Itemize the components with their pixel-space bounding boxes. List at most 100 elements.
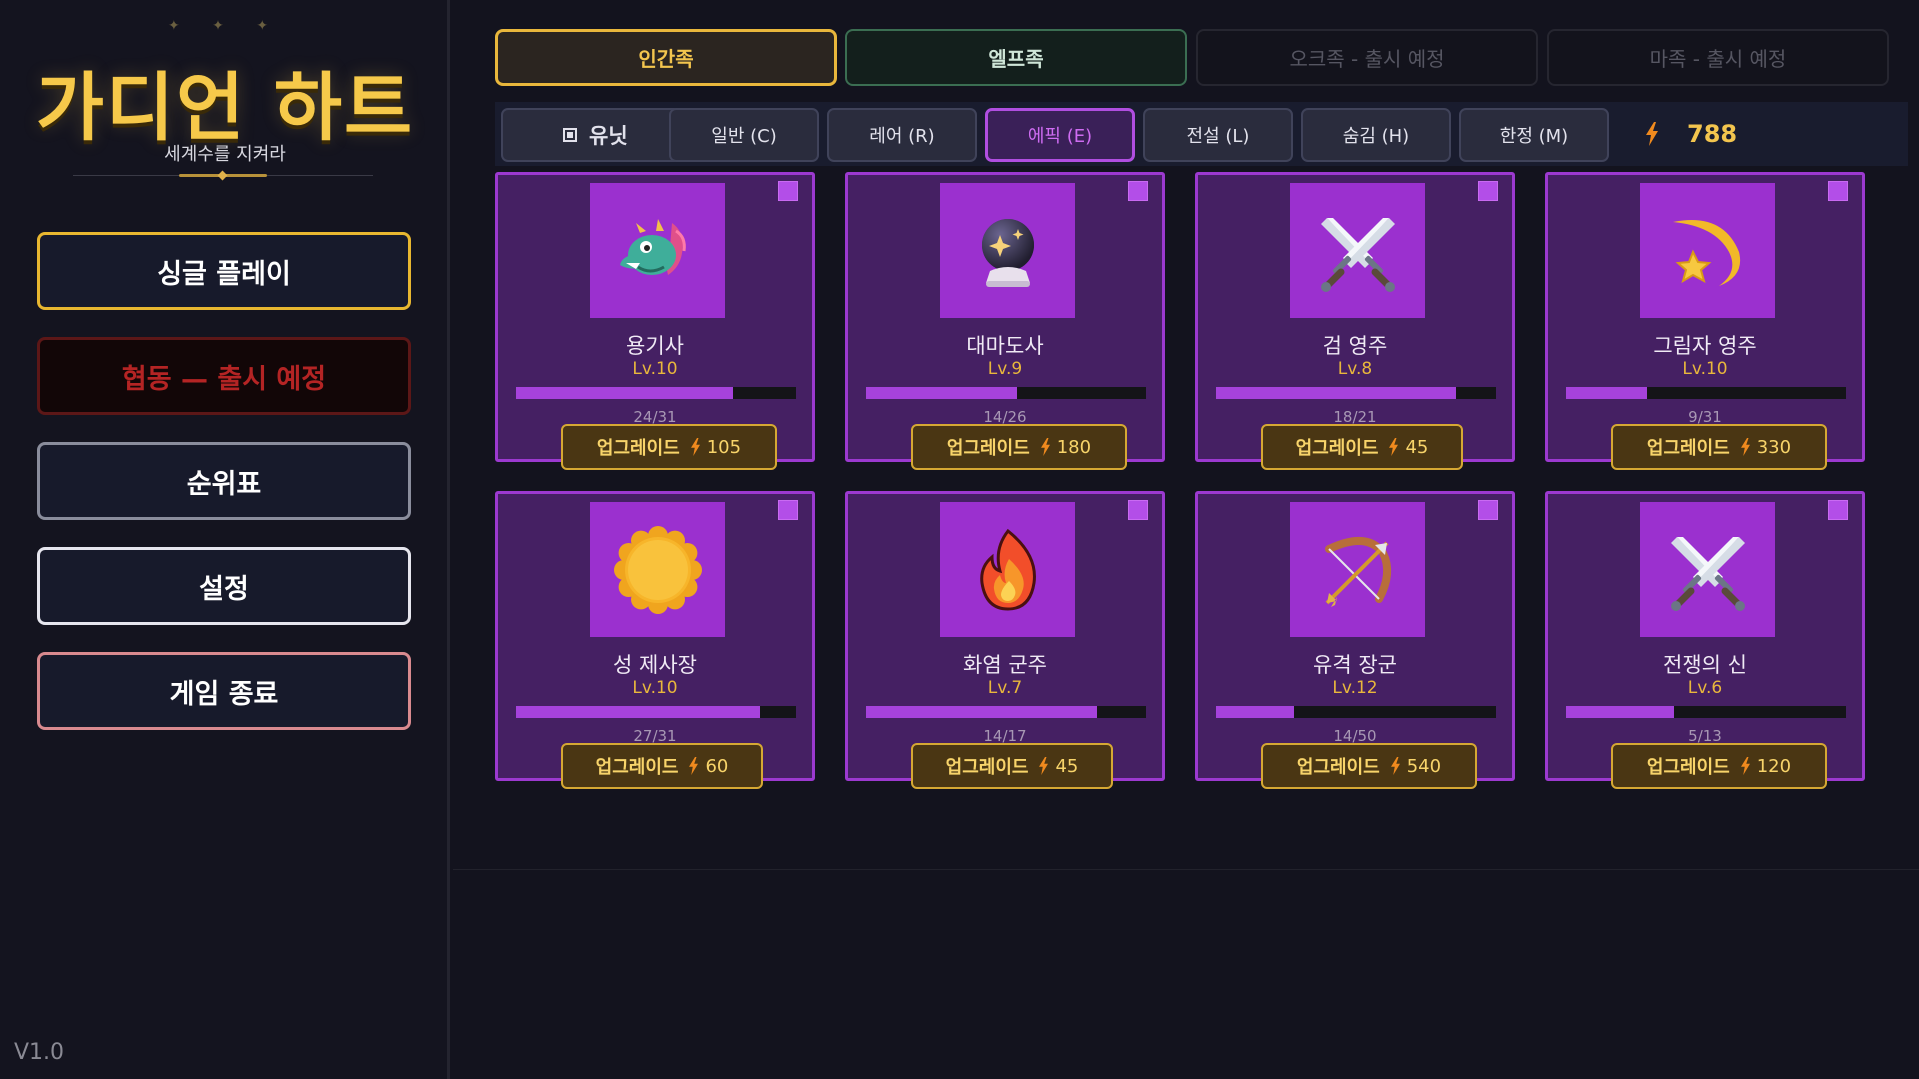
unit-progress-bar — [1566, 387, 1846, 399]
upgrade-button[interactable]: 업그레이드 45 — [1261, 424, 1463, 470]
crossed-swords-icon — [1670, 536, 1745, 611]
unit-progress-bar — [1216, 387, 1496, 399]
upgrade-label: 업그레이드 — [946, 438, 1030, 459]
upgrade-label: 업그레이드 — [1295, 438, 1379, 459]
upgrade-cost: 45 — [1055, 755, 1079, 777]
unit-progress-fill — [1566, 706, 1674, 718]
upgrade-label: 업그레이드 — [595, 757, 679, 778]
lightning-icon — [1740, 757, 1750, 775]
unit-portrait — [590, 183, 725, 318]
unit-name: 그림자 영주 — [1653, 334, 1757, 358]
upgrade-cost: 180 — [1056, 436, 1092, 458]
unit-card[interactable]: 유격 장군 Lv.12 14/50 업그레이드 540 — [1195, 491, 1515, 789]
title-stars-decoration: ✦ ✦ ✦ — [167, 18, 283, 34]
ranking-button[interactable]: 순위표 — [37, 442, 411, 520]
select-checkbox[interactable] — [778, 181, 798, 201]
upgrade-button[interactable]: 업그레이드 180 — [911, 424, 1127, 470]
unit-name: 유격 장군 — [1313, 653, 1397, 677]
upgrade-cost: 330 — [1756, 436, 1792, 458]
select-checkbox[interactable] — [1128, 181, 1148, 201]
unit-portrait — [1640, 183, 1775, 318]
filter-limited[interactable]: 한정 (M) — [1459, 108, 1609, 162]
game-title: 가디언 하트 — [35, 65, 415, 151]
select-checkbox[interactable] — [1478, 500, 1498, 520]
unit-progress-fill — [1566, 387, 1648, 399]
select-checkbox[interactable] — [1478, 181, 1498, 201]
filter-legendary[interactable]: 전설 (L) — [1143, 108, 1293, 162]
quit-game-button[interactable]: 게임 종료 — [37, 652, 411, 730]
version-label: V1.0 — [14, 1040, 65, 1065]
filter-unit-label: 유닛 — [589, 124, 628, 148]
lightning-icon — [1389, 438, 1399, 456]
sun-icon — [613, 525, 702, 614]
filter-unit-button[interactable]: 유닛 — [501, 108, 681, 162]
select-checkbox[interactable] — [1828, 500, 1848, 520]
unit-portrait — [940, 183, 1075, 318]
unit-card[interactable]: 검 영주 Lv.8 18/21 업그레이드 45 — [1195, 172, 1515, 470]
upgrade-button[interactable]: 업그레이드 330 — [1611, 424, 1827, 470]
unit-progress-fill — [866, 387, 1017, 399]
unit-progress-fill — [516, 387, 733, 399]
unit-card[interactable]: 용기사 Lv.10 24/31 업그레이드 105 — [495, 172, 815, 470]
title-divider-diamond — [217, 170, 228, 181]
single-play-button[interactable]: 싱글 플레이 — [37, 232, 411, 310]
unit-level: Lv.6 — [1687, 678, 1723, 698]
unit-progress-bar — [516, 387, 796, 399]
upgrade-label: 업그레이드 — [945, 757, 1029, 778]
select-checkbox[interactable] — [1828, 181, 1848, 201]
unit-progress-bar — [1566, 706, 1846, 718]
upgrade-cost: 540 — [1406, 755, 1442, 777]
upgrade-label: 업그레이드 — [1296, 757, 1380, 778]
select-checkbox[interactable] — [778, 500, 798, 520]
unit-progress-fill — [1216, 387, 1456, 399]
unit-card[interactable]: 전쟁의 신 Lv.6 5/13 업그레이드 120 — [1545, 491, 1865, 789]
fire-icon — [979, 528, 1036, 611]
unit-progress-bar — [866, 387, 1146, 399]
coop-button[interactable]: 협동 — 출시 예정 — [37, 337, 411, 415]
lightning-icon — [1039, 757, 1049, 775]
filter-bar: 유닛 일반 (C) 레어 (R) 에픽 (E) 전설 (L) 숨김 (H) 한정… — [495, 102, 1908, 166]
lightning-icon — [1740, 438, 1750, 456]
unit-square-icon — [563, 128, 577, 142]
unit-card[interactable]: 그림자 영주 Lv.10 9/31 업그레이드 330 — [1545, 172, 1865, 470]
upgrade-label: 업그레이드 — [596, 438, 680, 459]
unit-name: 화염 군주 — [963, 653, 1047, 677]
upgrade-button[interactable]: 업그레이드 540 — [1261, 743, 1477, 789]
unit-portrait — [1290, 183, 1425, 318]
upgrade-button[interactable]: 업그레이드 105 — [561, 424, 777, 470]
unit-level: Lv.10 — [632, 359, 678, 379]
game-subtitle: 세계수를 지켜라 — [164, 144, 286, 165]
upgrade-button[interactable]: 업그레이드 60 — [561, 743, 763, 789]
filter-epic[interactable]: 에픽 (E) — [985, 108, 1135, 162]
unit-name: 대마도사 — [966, 334, 1044, 358]
settings-button[interactable]: 설정 — [37, 547, 411, 625]
unit-card[interactable]: 대마도사 Lv.9 14/26 업그레이드 180 — [845, 172, 1165, 470]
filter-common[interactable]: 일반 (C) — [669, 108, 819, 162]
unit-name: 검 영주 — [1322, 334, 1388, 358]
unit-level: Lv.10 — [632, 678, 678, 698]
tab-human[interactable]: 인간족 — [495, 29, 837, 86]
tab-demon[interactable]: 마족 - 출시 예정 — [1547, 29, 1889, 86]
divider-line — [453, 869, 1919, 870]
upgrade-button[interactable]: 업그레이드 120 — [1611, 743, 1827, 789]
unit-progress-bar — [1216, 706, 1496, 718]
unit-level: Lv.9 — [987, 359, 1023, 379]
unit-card[interactable]: 화염 군주 Lv.7 14/17 업그레이드 45 — [845, 491, 1165, 789]
unit-level: Lv.8 — [1337, 359, 1373, 379]
filter-rare[interactable]: 레어 (R) — [827, 108, 977, 162]
crystal-ball-icon — [981, 218, 1034, 287]
upgrade-label: 업그레이드 — [1646, 438, 1730, 459]
bow-and-arrow-icon — [1324, 536, 1391, 607]
upgrade-cost: 45 — [1405, 436, 1429, 458]
filter-hidden[interactable]: 숨김 (H) — [1301, 108, 1451, 162]
tab-orc[interactable]: 오크족 - 출시 예정 — [1196, 29, 1538, 86]
tab-elf[interactable]: 엘프족 — [845, 29, 1187, 86]
unit-name: 용기사 — [626, 334, 684, 358]
unit-level: Lv.12 — [1332, 678, 1378, 698]
upgrade-button[interactable]: 업그레이드 45 — [911, 743, 1113, 789]
unit-card[interactable]: 성 제사장 Lv.10 27/31 업그레이드 60 — [495, 491, 815, 789]
select-checkbox[interactable] — [1128, 500, 1148, 520]
sidebar: ✦ ✦ ✦ 가디언 하트 세계수를 지켜라 싱글 플레이 협동 — 출시 예정 … — [0, 0, 450, 1079]
lightning-icon — [1040, 438, 1050, 456]
crossed-swords-icon — [1320, 217, 1395, 292]
